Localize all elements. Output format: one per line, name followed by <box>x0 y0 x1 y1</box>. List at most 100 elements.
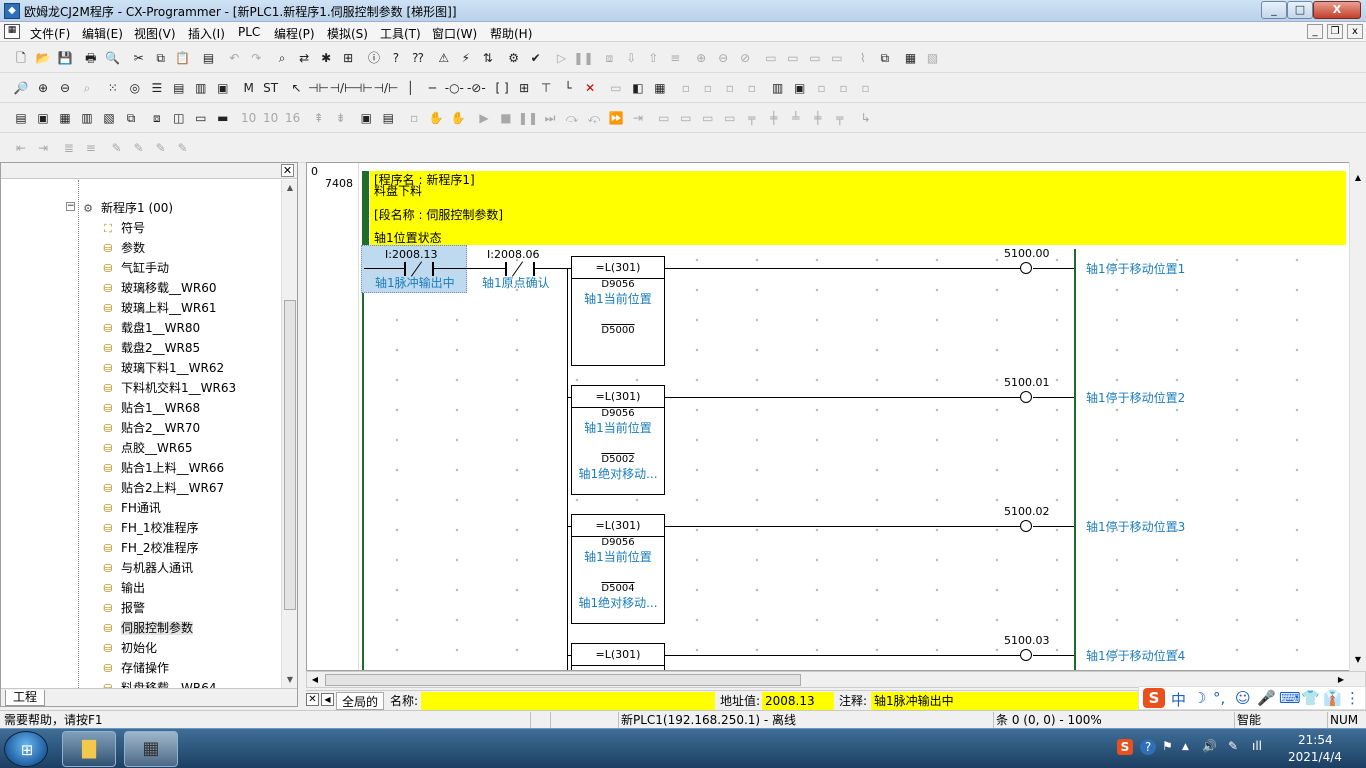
document-icon[interactable]: ▦ <box>4 24 20 39</box>
cross-ref-window-icon[interactable]: ⧉ <box>120 107 142 129</box>
tree-item[interactable]: ⛁ 初始化 <box>101 638 157 658</box>
menu-file[interactable]: 文件(F) <box>30 25 70 42</box>
online-icon[interactable]: ⚡ <box>455 47 477 69</box>
transfer-icon[interactable]: ⇅ <box>477 47 499 69</box>
io-bus-icon[interactable]: ╪ <box>763 107 785 129</box>
sim-settings-icon[interactable]: ▫ <box>403 107 425 129</box>
tree-item[interactable]: ⛁ 报警 <box>101 598 145 618</box>
memory-icon[interactable]: ▧ <box>922 47 944 69</box>
io-name-icon[interactable]: ▭ <box>697 107 719 129</box>
contact-no-icon[interactable]: ⊣⊢ <box>307 77 329 99</box>
stop-icon[interactable]: ■ <box>495 107 517 129</box>
ime-voice-icon[interactable]: 🎤 <box>1257 689 1276 707</box>
coil-nc-icon[interactable]: -⊘- <box>465 77 487 99</box>
st-icon[interactable]: ST <box>260 77 282 99</box>
output-window-icon[interactable]: ▣ <box>32 107 54 129</box>
open-folder-icon[interactable]: 📂 <box>32 47 54 69</box>
explorer-taskbar-button[interactable]: ▇ <box>62 731 116 767</box>
mdi-minimize-button[interactable]: _ <box>1307 24 1323 39</box>
program-check-icon[interactable]: ✔ <box>525 47 547 69</box>
name-field[interactable] <box>421 692 715 710</box>
online-compare-icon[interactable]: ▫ <box>697 77 719 99</box>
layers-icon[interactable]: ◧ <box>627 77 649 99</box>
redo-icon[interactable]: ↷ <box>245 47 267 69</box>
tree-item[interactable]: ⛁ 载盘1__WR80 <box>101 318 200 338</box>
bookmark-next-icon[interactable]: ✎ <box>128 137 150 159</box>
paste-icon[interactable]: 📋 <box>172 47 194 69</box>
clipboard-icon[interactable]: ▤ <box>197 47 219 69</box>
run-mode-icon[interactable]: ▷ <box>550 47 572 69</box>
properties-window-icon[interactable]: ▧ <box>98 107 120 129</box>
tree-item[interactable]: ⛁ FH_2校准程序 <box>101 538 198 558</box>
monitor-icon[interactable]: ◎ <box>124 77 146 99</box>
clock-date[interactable]: 2021/4/4 <box>1288 750 1342 764</box>
step-back-icon[interactable]: ⇟ <box>329 107 351 129</box>
scroll-down-icon[interactable]: ▼ <box>1350 652 1366 668</box>
ime-emoji-icon[interactable]: ☺ <box>1235 689 1251 707</box>
contact-or-nc-icon[interactable]: ⊣/⊢ <box>373 77 398 99</box>
tray-ime-icon[interactable]: S <box>1117 739 1133 755</box>
online-edit-cancel-icon[interactable]: ▭ <box>804 47 826 69</box>
save-icon[interactable]: 💾 <box>54 47 76 69</box>
help-icon[interactable]: ? <box>385 47 407 69</box>
select-icon[interactable]: ↖ <box>285 77 307 99</box>
tree-item[interactable]: ⛁ 贴合2__WR70 <box>101 418 200 438</box>
online-edit-icon[interactable]: ▭ <box>760 47 782 69</box>
bracket-icon[interactable]: └ <box>557 77 579 99</box>
online-edit-send-icon[interactable]: ▭ <box>782 47 804 69</box>
maximize-button[interactable]: □ <box>1287 1 1313 19</box>
output-coil[interactable] <box>1020 649 1032 661</box>
panel-close-icon[interactable]: ✕ <box>281 164 294 177</box>
io-split-icon[interactable]: ╪ <box>807 107 829 129</box>
print-icon[interactable]: 🖶 <box>80 47 102 69</box>
menu-edit[interactable]: 编辑(E) <box>82 25 123 42</box>
info-toggle-icon[interactable]: ◀ <box>321 693 334 706</box>
pause-icon[interactable]: ❚❚ <box>572 47 594 69</box>
ime-punct-icon[interactable]: °, <box>1213 689 1225 707</box>
contact-nc-icon[interactable]: ⊣/⊢ <box>329 77 354 99</box>
sogou-logo-icon[interactable]: S <box>1143 688 1165 708</box>
zoom-icon[interactable]: 🔎 <box>10 77 32 99</box>
online-compile-icon[interactable]: ▫ <box>675 77 697 99</box>
ladder-view-icon[interactable]: ▬ <box>212 107 234 129</box>
tree-item[interactable]: ⛁ 点胶__WR65 <box>101 438 192 458</box>
hex-icon[interactable]: 16 <box>282 107 304 129</box>
watch-icon[interactable]: ▣ <box>789 77 811 99</box>
menu-program[interactable]: 编程(P) <box>274 25 315 42</box>
vertical-line-icon[interactable]: │ <box>399 77 421 99</box>
tree-item[interactable]: ⛶ 符号 <box>101 218 145 238</box>
tree-item[interactable]: ⛁ 参数 <box>101 238 145 258</box>
ime-chinese-icon[interactable]: 中 <box>1171 689 1186 710</box>
tree-item[interactable]: ⛁ 玻璃移载__WR60 <box>101 278 216 298</box>
tray-expand-icon[interactable]: ▲ <box>1182 742 1189 752</box>
tree-item[interactable]: ⛁ 下料机交料1__WR63 <box>101 378 236 398</box>
io-pin-icon[interactable]: ╤ <box>741 107 763 129</box>
watch-window-icon[interactable]: ▦ <box>54 107 76 129</box>
ime-keyboard-icon[interactable]: ⌨ <box>1279 689 1301 707</box>
zoom-in-icon[interactable]: ⊕ <box>32 77 54 99</box>
io-address-icon[interactable]: ▭ <box>675 107 697 129</box>
menu-tools[interactable]: 工具(T) <box>380 25 421 42</box>
clock-time[interactable]: 21:54 <box>1298 733 1333 747</box>
tree-item[interactable]: ⛁ 伺服控制参数 <box>101 618 194 638</box>
bookmark-icon[interactable]: ✎ <box>106 137 128 159</box>
step-in-icon[interactable]: ⏭ <box>539 107 561 129</box>
online-status-icon[interactable]: ▫ <box>719 77 741 99</box>
io-branch-icon[interactable]: ╧ <box>785 107 807 129</box>
watch-disabled-icon[interactable]: ▫ <box>811 77 833 99</box>
tree-item[interactable]: ⛁ 输出 <box>101 578 145 598</box>
tree-item[interactable]: ⛁ FH通讯 <box>101 498 161 518</box>
sim-break-icon[interactable]: ✋ <box>425 107 447 129</box>
sim-console-icon[interactable]: ▤ <box>377 107 399 129</box>
scroll-up-icon[interactable]: ▲ <box>282 180 298 196</box>
io-table-icon[interactable]: ▦ <box>900 47 922 69</box>
tree-item[interactable]: ⛁ 料盘移载__WR64 <box>101 678 216 688</box>
indent-icon[interactable]: ⇥ <box>32 137 54 159</box>
cross-reference-icon[interactable]: ✱ <box>315 47 337 69</box>
tab-project[interactable]: 工程 <box>5 690 45 706</box>
start-button[interactable]: ⊞ <box>4 731 48 767</box>
tree-item[interactable]: ⛁ 贴合1__WR68 <box>101 398 200 418</box>
ladder-vscroll[interactable]: ▲ ▼ <box>1349 162 1366 671</box>
instruction-block-icon[interactable]: ⊞ <box>513 77 535 99</box>
scroll-thumb[interactable] <box>284 300 296 610</box>
